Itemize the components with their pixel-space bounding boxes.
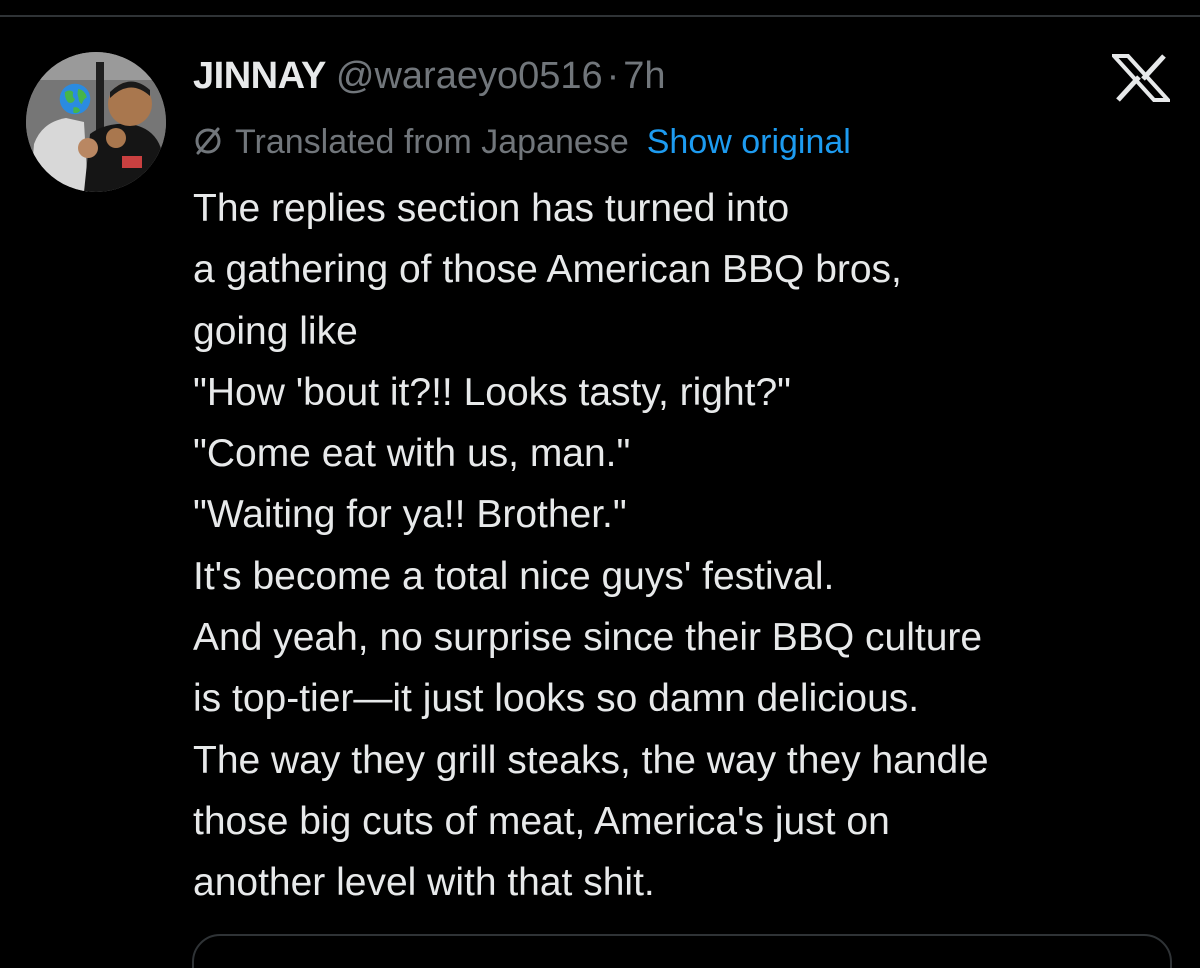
post-text-line: It's become a total nice guys' festival. [193, 554, 835, 598]
separator-dot: · [606, 55, 620, 97]
post-text-line: another level with that shit. [193, 861, 655, 905]
translated-label: Translated from Japanese [235, 123, 629, 161]
translation-notice: Translated from Japanese Show original [193, 120, 851, 164]
post-text-line: those big cuts of meat, America's just o… [193, 799, 890, 843]
post-text-line: The replies section has turned into [193, 187, 790, 230]
translate-icon [195, 127, 221, 155]
globe-emoji-icon [59, 83, 91, 115]
post-text-line: "Come eat with us, man." [193, 432, 631, 476]
timestamp[interactable]: 7h [623, 55, 665, 97]
post-text-line: "Waiting for ya!! Brother." [193, 493, 627, 537]
post-text-line: a gathering of those American BBQ bros, [193, 248, 902, 292]
post-text-line: going like [193, 309, 358, 353]
display-name[interactable]: JINNAY [193, 55, 326, 97]
user-handle[interactable]: @waraeyo0516 [336, 55, 603, 97]
avatar[interactable] [26, 52, 166, 192]
media-card[interactable] [192, 934, 1172, 968]
post-text-line: is top-tier—it just looks so damn delici… [193, 677, 920, 721]
post-text-line: And yeah, no surprise since their BBQ cu… [193, 616, 983, 660]
post-header: JINNAY @waraeyo0516 · 7h [193, 53, 666, 99]
top-divider [0, 15, 1200, 17]
post-text: The replies section has turned into a ga… [193, 178, 1183, 914]
show-original-link[interactable]: Show original [647, 123, 851, 161]
x-logo-icon[interactable] [1109, 54, 1173, 102]
post-text-line: The way they grill steaks, the way they … [193, 738, 989, 782]
post-text-line: "How 'bout it?!! Looks tasty, right?" [193, 370, 792, 414]
avatar-photo [26, 52, 166, 192]
